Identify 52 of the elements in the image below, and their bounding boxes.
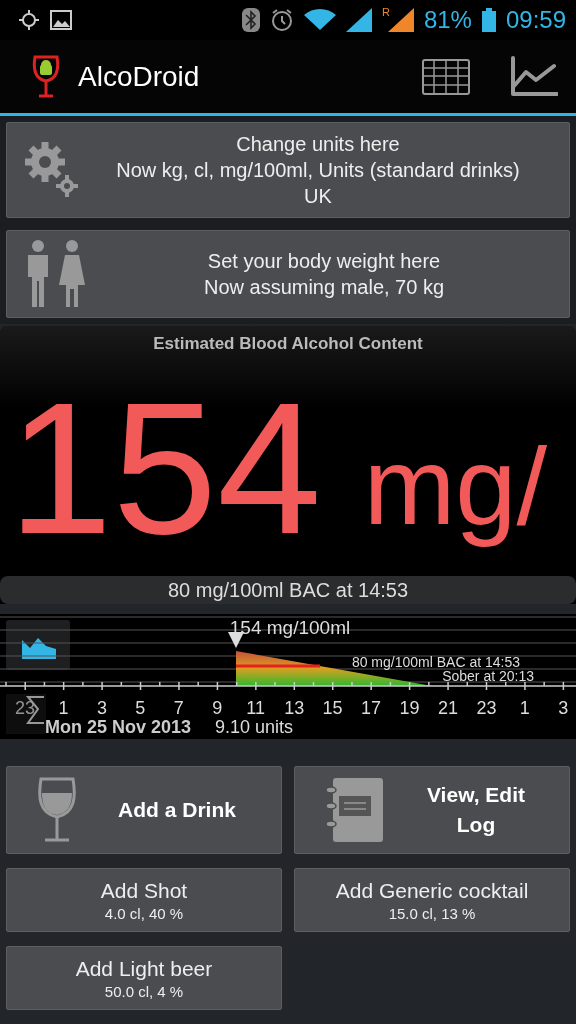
bac-title: Estimated Blood Alcohol Content bbox=[152, 334, 424, 354]
now-marker-icon[interactable] bbox=[228, 632, 244, 648]
preset-drink-button[interactable]: Add Light beer 50.0 cl, 4 % bbox=[6, 946, 282, 1010]
sum-button[interactable] bbox=[6, 694, 46, 734]
total-units: 9.10 units bbox=[215, 717, 294, 737]
signal-icon bbox=[345, 8, 372, 32]
wine-glass-icon bbox=[37, 777, 77, 843]
log-date: Mon 25 Nov 2013 bbox=[45, 717, 192, 737]
hour-label: 17 bbox=[361, 698, 382, 718]
hour-label: 1 bbox=[519, 698, 530, 718]
hour-label: 9 bbox=[212, 698, 223, 718]
signal-icon bbox=[387, 8, 414, 32]
hour-label: 11 bbox=[246, 698, 266, 718]
sober-label: Sober at 20:13 bbox=[442, 668, 534, 684]
body-weight-button[interactable]: Set your body weight here Now assuming male, 70 kg bbox=[6, 230, 570, 318]
app-logo-icon[interactable] bbox=[32, 54, 60, 99]
hour-label: 23 bbox=[15, 698, 35, 718]
hour-label: 23 bbox=[476, 698, 497, 718]
gps-icon bbox=[18, 9, 40, 31]
hour-label: 19 bbox=[399, 698, 420, 718]
hour-label: 7 bbox=[173, 698, 184, 718]
hour-label: 21 bbox=[437, 698, 458, 718]
hour-label: 3 bbox=[96, 698, 107, 718]
bac-limit-time: 80 mg/100ml BAC at 14:53 bbox=[0, 576, 576, 604]
gears-icon bbox=[23, 140, 79, 200]
add-drink-button[interactable]: Add a Drink bbox=[6, 766, 282, 854]
bac-unit: mg/ bbox=[363, 422, 548, 549]
table-icon[interactable] bbox=[422, 58, 470, 95]
clock: 09:59 bbox=[505, 6, 566, 34]
app-title: AlcoDroid bbox=[78, 60, 200, 93]
hour-label: 3 bbox=[558, 698, 569, 718]
area-chart-icon bbox=[22, 638, 56, 659]
setting-text: Set your body weight here Now assuming male, 70 kg bbox=[202, 249, 446, 300]
roaming-mark: R bbox=[381, 6, 390, 18]
hour-label: 13 bbox=[284, 698, 305, 718]
alarm-icon bbox=[269, 8, 294, 32]
hour-label: 5 bbox=[135, 698, 146, 718]
bluetooth-icon bbox=[241, 8, 260, 32]
battery-percent: 81% bbox=[423, 6, 472, 34]
preset-drink-button[interactable]: Add Shot 4.0 cl, 40 % bbox=[6, 868, 282, 932]
image-icon bbox=[50, 9, 72, 31]
preset-drink-button[interactable]: Add Generic cocktail 15.0 cl, 13 % bbox=[294, 868, 570, 932]
hour-label: 1 bbox=[58, 698, 69, 718]
battery-icon bbox=[481, 8, 496, 32]
line-chart-icon[interactable] bbox=[510, 55, 558, 98]
wifi-icon bbox=[303, 8, 336, 32]
setting-text: Change units here Now kg, cl, mg/100ml, Units (standard drinks) UK bbox=[115, 132, 521, 209]
change-units-button[interactable]: Change units here Now kg, cl, mg/100ml, Units (standard drinks) UK bbox=[6, 122, 570, 218]
view-log-button[interactable]: View, Edit Log bbox=[294, 766, 570, 854]
bac-value: 154 bbox=[8, 374, 322, 562]
limit-label: 80 mg/100ml BAC at 14:53 bbox=[351, 654, 520, 670]
hour-label: 15 bbox=[322, 698, 343, 718]
